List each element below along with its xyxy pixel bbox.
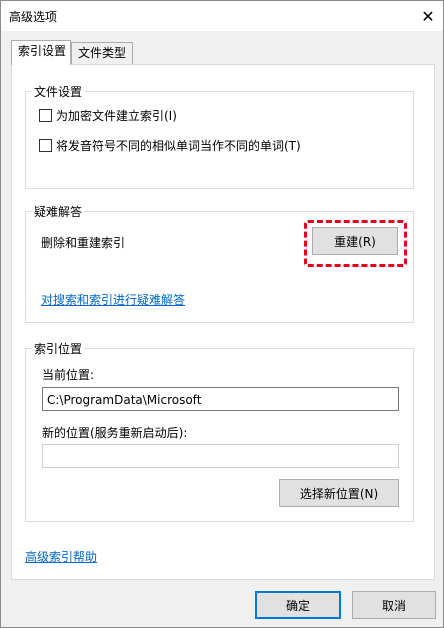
advanced-options-dialog: 高级选项 ✕ 索引设置 文件类型 文件设置 为加密文件建立索引(I) 将发音符号… <box>0 0 444 628</box>
troubleshooting-group: 疑难解答 删除和重建索引 重建(R) 对搜索和索引进行疑难解答 <box>25 203 414 323</box>
current-location-field[interactable]: C:\ProgramData\Microsoft <box>42 387 399 411</box>
encrypted-files-checkbox[interactable] <box>39 109 52 122</box>
tab-file-types[interactable]: 文件类型 <box>71 42 133 64</box>
diacritics-label: 将发音符号不同的相似单词当作不同的单词(T) <box>56 139 301 153</box>
new-location-field[interactable] <box>42 444 399 468</box>
index-location-legend: 索引位置 <box>32 340 85 357</box>
encrypted-files-label: 为加密文件建立索引(I) <box>56 109 177 123</box>
new-location-label: 新的位置(服务重新启动后): <box>42 426 188 440</box>
cancel-button[interactable]: 取消 <box>352 591 436 619</box>
tab-index-settings[interactable]: 索引设置 <box>11 40 71 65</box>
file-settings-group: 文件设置 为加密文件建立索引(I) 将发音符号不同的相似单词当作不同的单词(T) <box>25 83 414 189</box>
troubleshoot-search-link[interactable]: 对搜索和索引进行疑难解答 <box>41 291 185 308</box>
file-settings-legend: 文件设置 <box>32 83 85 100</box>
advanced-indexing-help-link[interactable]: 高级索引帮助 <box>25 548 97 565</box>
ok-button[interactable]: 确定 <box>255 591 341 619</box>
rebuild-index-label: 删除和重建索引 <box>41 236 126 250</box>
diacritics-checkbox-row[interactable]: 将发音符号不同的相似单词当作不同的单词(T) <box>39 137 301 154</box>
index-location-group: 索引位置 当前位置: C:\ProgramData\Microsoft 新的位置… <box>25 340 414 522</box>
encrypted-files-checkbox-row[interactable]: 为加密文件建立索引(I) <box>39 107 177 124</box>
select-new-location-button[interactable]: 选择新位置(N) <box>279 479 399 507</box>
diacritics-checkbox[interactable] <box>39 139 52 152</box>
title-bar: 高级选项 ✕ <box>1 1 443 31</box>
index-settings-panel: 文件设置 为加密文件建立索引(I) 将发音符号不同的相似单词当作不同的单词(T)… <box>11 64 435 580</box>
close-icon[interactable]: ✕ <box>413 1 443 31</box>
window-title: 高级选项 <box>9 10 58 24</box>
troubleshooting-legend: 疑难解答 <box>32 203 85 220</box>
rebuild-button[interactable]: 重建(R) <box>312 227 398 255</box>
current-location-label: 当前位置: <box>42 368 95 382</box>
